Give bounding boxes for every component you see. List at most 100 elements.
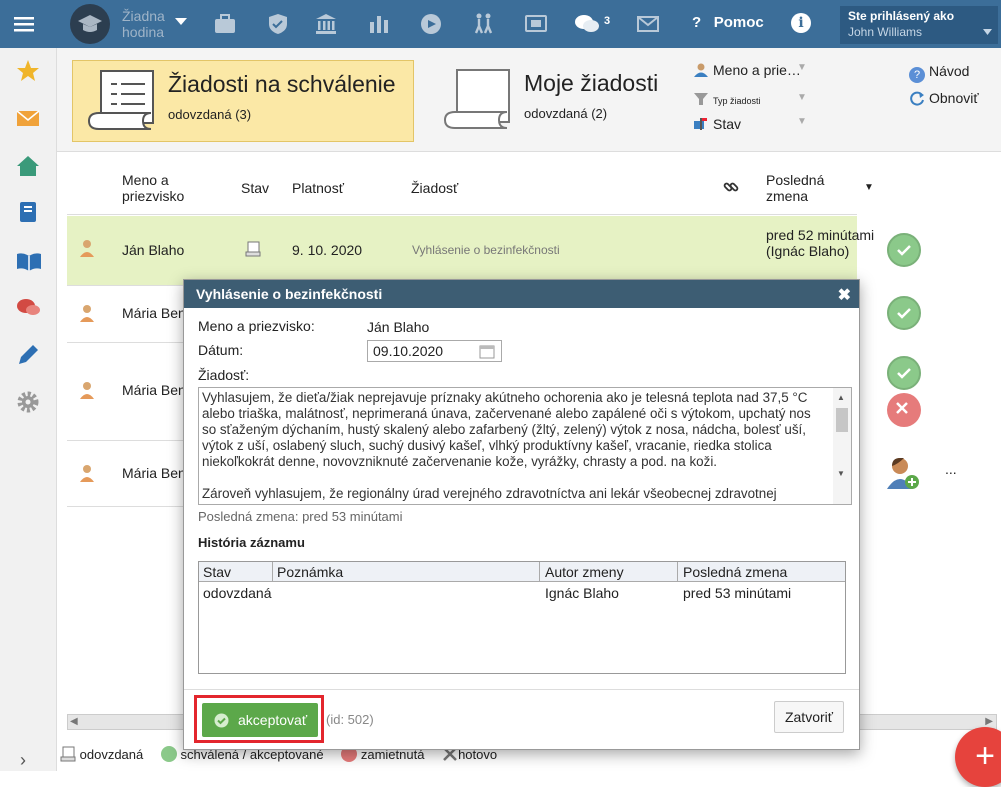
calendar-icon[interactable] [479,343,495,359]
star-icon[interactable] [16,59,40,83]
sort-desc-icon[interactable]: ▼ [864,180,874,196]
close-button[interactable]: Zatvoriť [774,701,844,733]
name-label: Meno a priezvisko: [198,318,315,334]
help-glyph: ? [692,14,702,31]
briefcase-icon[interactable] [213,12,237,36]
textarea-scrollbar[interactable]: ▲ ▼ [833,388,851,504]
col-header-validity[interactable]: Platnosť [292,180,344,196]
document-icon [87,69,159,137]
link-icon [723,179,739,195]
table-row[interactable]: Ján Blaho 9. 10. 2020 Vyhlásenie o bezin… [67,216,921,286]
filter-status[interactable]: Stav ▼ [693,116,807,132]
dropdown-arrow-icon: ▼ [797,116,807,127]
scroll-left-icon[interactable]: ◀ [70,716,78,727]
row-name: Mária Ben [122,465,186,481]
history-table: Stav Poznámka Autor zmeny Posledná zmena… [198,561,846,674]
pen-icon[interactable] [16,343,40,367]
open-book-icon[interactable] [16,249,41,273]
column-separator [272,562,273,582]
header-band: Žiadosti na schválenie odovzdaná (3) Moj… [57,48,1001,152]
col-header-status[interactable]: Stav [241,180,269,196]
envelope-icon[interactable] [636,12,660,36]
help-link[interactable]: ? Pomoc [692,14,764,31]
filter-type[interactable]: Typ žiadosti ▼ [693,92,807,106]
bank-icon[interactable] [314,12,338,36]
filter-name[interactable]: Meno a prie… ▼ [693,62,807,78]
gear-icon[interactable] [16,390,40,414]
funnel-icon [693,92,709,106]
mail-icon[interactable] [16,106,40,130]
home-icon[interactable] [16,154,40,178]
scroll-thumb[interactable] [836,408,848,432]
bar-chart-icon[interactable] [367,12,391,36]
chat-bubbles-icon[interactable] [574,12,599,36]
scroll-up-icon[interactable]: ▲ [837,390,845,406]
accept-button[interactable]: akceptovať [202,703,318,737]
mailbox-icon [693,117,709,131]
approve-button[interactable] [887,356,921,390]
col-header-name[interactable]: Meno a priezvisko [122,172,202,204]
shield-icon[interactable] [266,12,290,36]
dialog-title: Vyhlásenie o bezinfekčnosti [184,280,859,308]
history-col-last-change: Posledná zmena [683,564,788,580]
expand-sidebar-icon[interactable]: › [20,750,26,771]
more-dots[interactable]: ... [945,461,957,477]
reject-button[interactable] [887,393,921,427]
compass-icon[interactable] [419,12,443,36]
walking-people-icon[interactable] [471,12,495,36]
hour-selector[interactable]: Žiadna hodina [122,8,172,40]
row-date: 9. 10. 2020 [292,242,363,258]
header-divider [67,214,857,215]
refresh-icon [909,90,925,106]
record-id: (id: 502) [326,712,374,727]
info-icon[interactable]: i [791,13,811,33]
history-title: História záznamu [198,535,305,550]
history-header: Stav Poznámka Autor zmeny Posledná zmena [199,562,845,582]
column-separator [539,562,540,582]
submitted-icon [60,746,76,762]
person-icon [79,239,95,257]
school-hat-icon[interactable] [70,4,110,44]
request-textarea[interactable]: Vyhlasujem, že dieťa/žiak neprejavuje pr… [198,387,852,505]
date-field[interactable]: 09.10.2020 [367,340,502,362]
approve-button[interactable] [887,296,921,330]
close-icon[interactable]: ✖ [838,285,851,305]
approve-button[interactable] [887,233,921,267]
dialog-footer-divider [184,689,859,690]
filter-name-label: Meno a prie… [713,62,801,78]
last-change-text: Posledná zmena: pred 53 minútami [198,509,403,524]
col-header-last-change[interactable]: Posledná zmena [766,172,846,204]
approved-icon [160,746,177,762]
cast-screen-icon[interactable] [524,12,548,36]
chat-icon[interactable] [16,296,40,320]
hamburger-menu-icon[interactable] [12,12,36,36]
notebook-icon[interactable] [16,200,40,224]
history-col-author: Autor zmeny [545,564,624,580]
col-header-request[interactable]: Žiadosť [411,180,458,196]
refresh-link[interactable]: Obnoviť [909,90,979,106]
name-value: Ján Blaho [367,319,430,335]
tab-requests-to-approve[interactable]: Žiadosti na schválenie odovzdaná (3) [72,60,414,142]
chevron-down-icon[interactable] [175,18,187,26]
user-menu[interactable]: Ste prihlásený ako John Williams [840,6,998,44]
signed-in-label: Ste prihlásený ako [848,9,955,23]
help-label: Pomoc [713,14,764,31]
user-name: John Williams [848,25,923,39]
row-request[interactable]: Vyhlásenie o bezinfekčnosti [412,243,560,257]
add-button[interactable]: + [955,727,1001,787]
tab-title: Žiadosti na schválenie [168,71,396,97]
request-detail-dialog: Vyhlásenie o bezinfekčnosti ✖ Meno a pri… [183,279,860,750]
guide-label: Návod [929,63,970,79]
guide-link[interactable]: ? Návod [909,63,969,83]
row-name: Mária Ben [122,305,186,321]
scroll-down-icon[interactable]: ▼ [837,466,845,482]
add-user-icon[interactable] [885,455,921,491]
request-text-paragraph: Zároveň vyhlasujem, že regionálny úrad v… [202,486,777,504]
tab-my-requests[interactable]: Moje žiadosti odovzdaná (2) [429,60,679,142]
scroll-right-icon[interactable]: ▶ [985,716,993,727]
person-icon [79,304,95,322]
top-bar: Žiadna hodina 3 ? Pomoc i Ste prihlásený… [0,0,1001,48]
history-col-note: Poznámka [277,564,344,580]
refresh-label: Obnoviť [929,90,979,106]
date-label: Dátum: [198,342,244,358]
